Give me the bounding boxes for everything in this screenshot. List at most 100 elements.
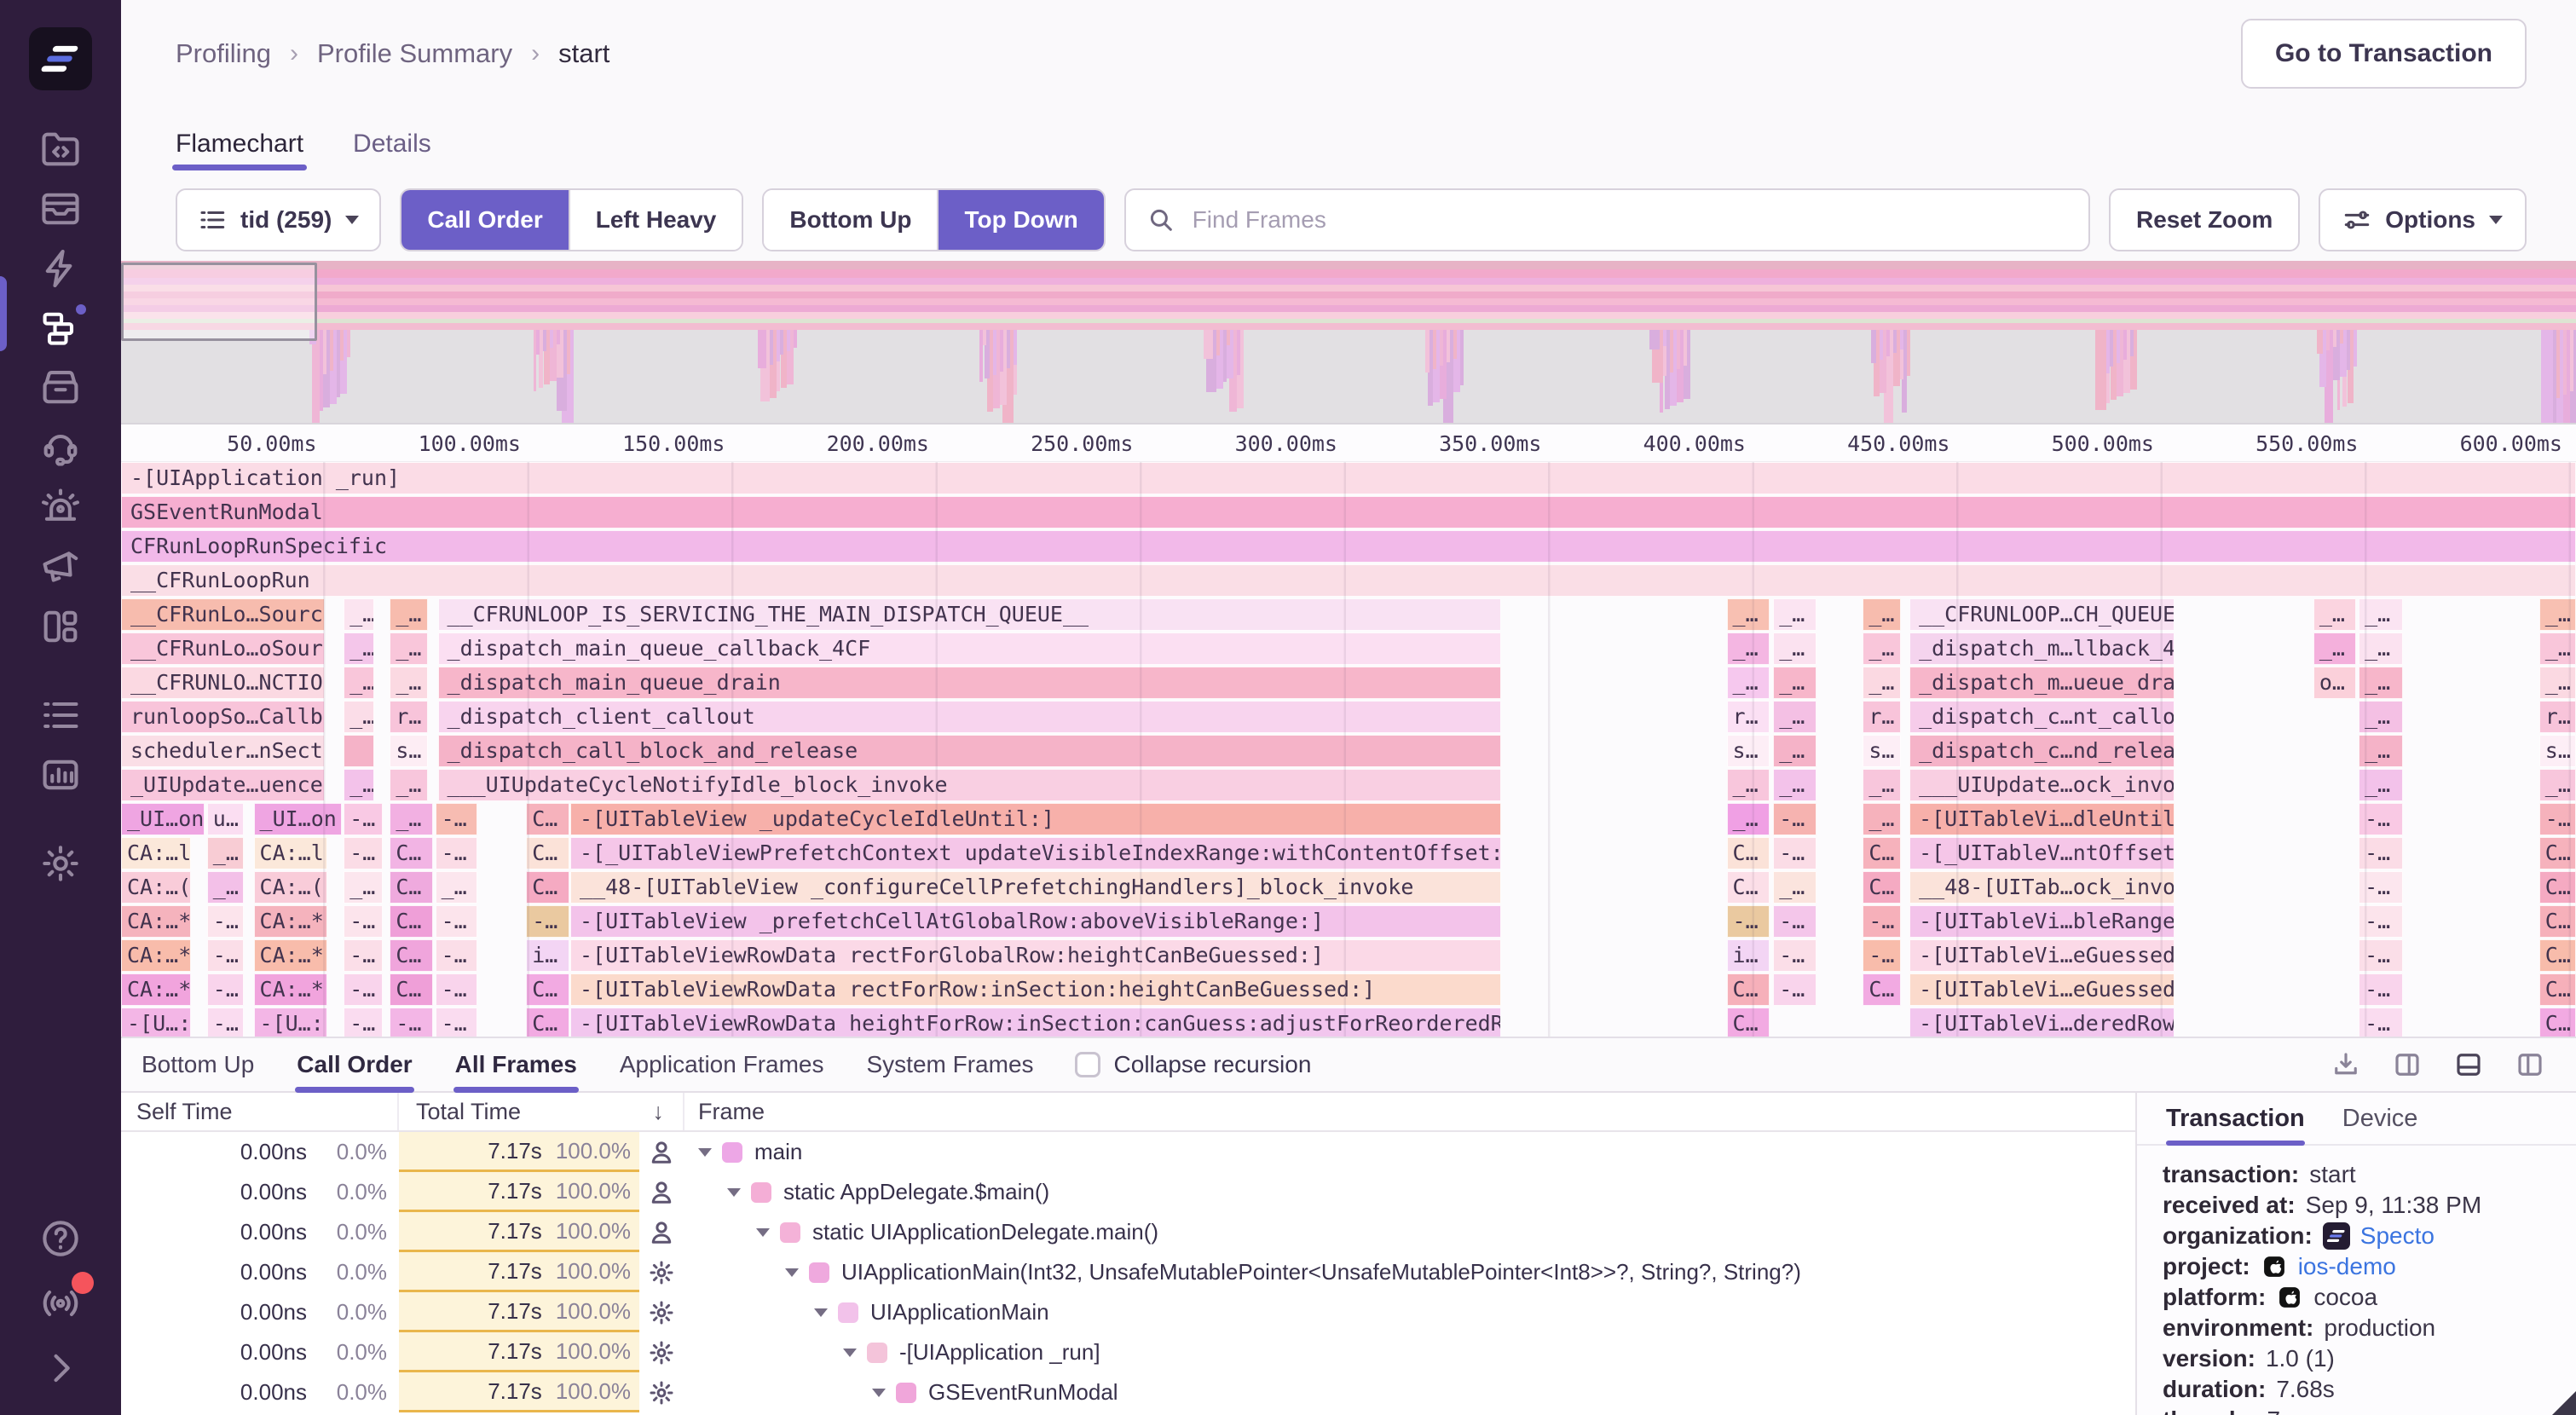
expand-chevron-icon[interactable] bbox=[843, 1349, 857, 1357]
table-row[interactable]: 0.00ns0.0%7.17s100.0%-[UIApplication _ru… bbox=[121, 1332, 2135, 1372]
flame-frame[interactable]: _… bbox=[1863, 667, 1901, 699]
flame-frame[interactable]: CA:…*) bbox=[121, 905, 191, 938]
flame-frame[interactable]: _dispatch_main_queue_callback_4CF bbox=[438, 632, 1501, 665]
flame-frame[interactable]: _… bbox=[390, 598, 428, 631]
expand-chevron-icon[interactable] bbox=[872, 1389, 886, 1397]
flame-frame[interactable]: -[UITableVi…deredRow:] bbox=[1909, 1008, 2175, 1037]
flame-frame[interactable]: C… bbox=[1863, 973, 1901, 1006]
flame-frame[interactable]: _… bbox=[207, 871, 244, 904]
layout-bottom-button[interactable] bbox=[2453, 1049, 2484, 1080]
flame-frame[interactable]: -… bbox=[207, 939, 244, 972]
sidebar-item-releases-icon[interactable] bbox=[36, 363, 85, 413]
flame-frame[interactable]: -… bbox=[436, 837, 477, 869]
flame-frame[interactable]: _… bbox=[1863, 803, 1901, 835]
flame-frame[interactable]: r… bbox=[1863, 701, 1901, 733]
self-time-header[interactable]: Self Time bbox=[121, 1093, 399, 1130]
flame-frame[interactable]: -[UITableViewRowData heightForRow:inSect… bbox=[570, 1008, 1501, 1037]
flame-frame[interactable]: C… bbox=[2539, 871, 2576, 904]
export-profile-button[interactable] bbox=[2331, 1049, 2361, 1080]
flame-frame[interactable]: s… bbox=[1727, 735, 1770, 767]
minimap-selection[interactable] bbox=[121, 263, 317, 341]
flame-frame[interactable]: -[UITableViewRowData rectForGlobalRow:he… bbox=[570, 939, 1501, 972]
flame-frame[interactable]: C… bbox=[526, 837, 569, 869]
flame-frame[interactable]: i… bbox=[526, 939, 569, 972]
flame-frame[interactable]: C… bbox=[390, 973, 432, 1006]
sentry-logo[interactable] bbox=[29, 27, 92, 90]
flame-frame[interactable]: -… bbox=[2359, 871, 2403, 904]
flame-frame[interactable]: _… bbox=[207, 837, 244, 869]
go-to-transaction-button[interactable]: Go to Transaction bbox=[2241, 19, 2527, 89]
frame-tab-bottom-up[interactable]: Bottom Up bbox=[140, 1038, 256, 1091]
flame-frame[interactable]: C… bbox=[390, 905, 432, 938]
flame-frame[interactable]: u… bbox=[207, 803, 244, 835]
flame-frame[interactable] bbox=[344, 735, 374, 767]
sidebar-item-stats-icon[interactable] bbox=[36, 750, 85, 800]
flame-frame[interactable]: _… bbox=[344, 769, 374, 801]
frame-header[interactable]: Frame bbox=[684, 1093, 2135, 1130]
flame-frame[interactable]: __CFRUNLO…NCTION_… bbox=[121, 667, 325, 699]
sidebar-item-issues-icon[interactable] bbox=[36, 184, 85, 234]
flame-frame[interactable]: CA:…*) bbox=[121, 939, 191, 972]
flame-frame[interactable]: C… bbox=[1727, 973, 1770, 1006]
flame-frame[interactable]: _… bbox=[2539, 632, 2576, 665]
flame-frame[interactable]: _… bbox=[1863, 769, 1901, 801]
flame-frame[interactable]: -… bbox=[2359, 1008, 2403, 1037]
flame-frame[interactable]: _… bbox=[2359, 632, 2403, 665]
sidebar-help-icon[interactable] bbox=[36, 1214, 85, 1263]
flame-frame[interactable]: __CFRunLoopRun bbox=[121, 564, 2576, 597]
flame-frame[interactable]: __48-[UITab…ock_invoke bbox=[1909, 871, 2175, 904]
flame-frame[interactable]: C… bbox=[1863, 837, 1901, 869]
toggle-left-heavy[interactable]: Left Heavy bbox=[569, 190, 742, 250]
flame-frame[interactable]: -… bbox=[207, 905, 244, 938]
sidebar-item-alerts-icon[interactable] bbox=[36, 482, 85, 532]
flame-frame[interactable]: _… bbox=[2359, 701, 2403, 733]
flame-frame[interactable]: _… bbox=[1773, 598, 1816, 631]
flame-frame[interactable]: C… bbox=[2539, 837, 2576, 869]
flame-frame[interactable]: _… bbox=[2539, 598, 2576, 631]
flame-frame[interactable]: C… bbox=[1727, 837, 1770, 869]
flame-frame[interactable]: _… bbox=[1773, 769, 1816, 801]
frame-tab-system-frames[interactable]: System Frames bbox=[865, 1038, 1036, 1091]
flame-frame[interactable]: _… bbox=[2359, 769, 2403, 801]
flame-frame[interactable]: -[UITableVi…eGuessed:] bbox=[1909, 973, 2175, 1006]
expand-chevron-icon[interactable] bbox=[698, 1148, 712, 1157]
sidebar-item-performance-icon[interactable] bbox=[36, 244, 85, 293]
flame-frame[interactable]: _… bbox=[1773, 701, 1816, 733]
flame-frame[interactable]: -… bbox=[344, 973, 383, 1006]
toggle-top-down[interactable]: Top Down bbox=[937, 190, 1103, 250]
flame-frame[interactable]: C… bbox=[526, 1008, 569, 1037]
total-time-header[interactable]: Total Time ↓ bbox=[399, 1093, 684, 1130]
toggle-bottom-up[interactable]: Bottom Up bbox=[764, 190, 937, 250]
flame-frame[interactable]: -[UITableVi…dleUntil:] bbox=[1909, 803, 2175, 835]
flame-frame[interactable]: -… bbox=[436, 939, 477, 972]
flame-frame[interactable]: -… bbox=[1773, 837, 1816, 869]
flame-frame[interactable]: -[_UITableV…ntOffset:] bbox=[1909, 837, 2175, 869]
flame-frame[interactable]: -… bbox=[2359, 837, 2403, 869]
flame-frame[interactable]: C… bbox=[1727, 871, 1770, 904]
flame-frame[interactable]: -… bbox=[436, 1008, 477, 1037]
search-input[interactable] bbox=[1191, 205, 2068, 234]
flame-frame[interactable]: -… bbox=[207, 1008, 244, 1037]
flame-frame[interactable]: C… bbox=[1727, 1008, 1770, 1037]
flame-frame[interactable]: C… bbox=[2539, 905, 2576, 938]
tab-flamechart[interactable]: Flamechart bbox=[176, 130, 303, 179]
flame-frame[interactable]: _… bbox=[2313, 632, 2356, 665]
flame-frame[interactable]: s… bbox=[2539, 735, 2576, 767]
flame-frame[interactable]: -… bbox=[344, 1008, 383, 1037]
resize-handle[interactable] bbox=[2552, 1391, 2576, 1415]
frame-tab-call-order[interactable]: Call Order bbox=[295, 1038, 413, 1091]
layout-right-button[interactable] bbox=[2392, 1049, 2423, 1080]
toggle-call-order[interactable]: Call Order bbox=[401, 190, 568, 250]
flame-frame[interactable]: _… bbox=[344, 701, 374, 733]
panel-field-value[interactable]: ios-demo bbox=[2298, 1251, 2396, 1282]
flame-frame[interactable]: __CFRUNLOOP_IS_SERVICING_THE_MAIN_DISPAT… bbox=[438, 598, 1501, 631]
flame-frame[interactable]: -… bbox=[2359, 803, 2403, 835]
flame-frame[interactable]: C… bbox=[526, 803, 569, 835]
flame-frame[interactable]: _… bbox=[1727, 598, 1770, 631]
flame-frame[interactable]: CA:…*) bbox=[254, 939, 327, 972]
breadcrumb-item[interactable]: Profile Summary bbox=[317, 38, 512, 69]
flame-frame[interactable]: _… bbox=[1727, 769, 1770, 801]
flame-frame[interactable]: _… bbox=[2539, 769, 2576, 801]
panel-tab-device[interactable]: Device bbox=[2342, 1093, 2418, 1144]
find-frames-search[interactable] bbox=[1124, 188, 2090, 251]
